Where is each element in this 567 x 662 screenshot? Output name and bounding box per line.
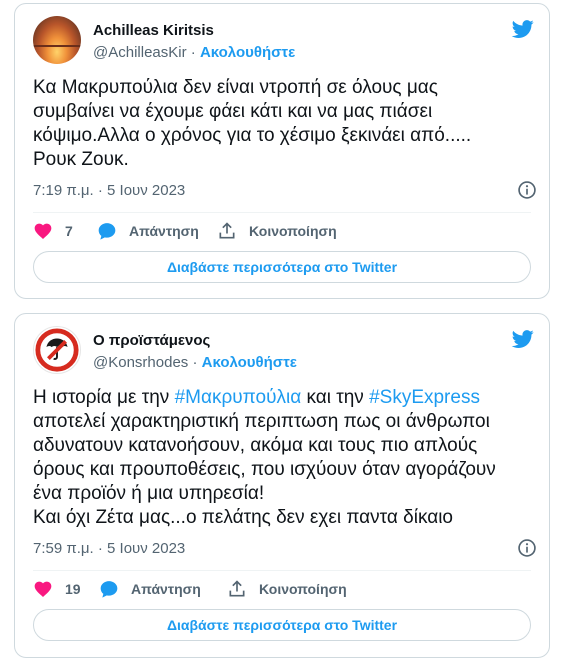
divider <box>33 570 531 571</box>
author-handle[interactable]: @AchilleasKir <box>93 44 187 61</box>
share-label: Κοινοποίηση <box>259 581 347 597</box>
tweet-text: Κα Μακρυπούλια δεν είναι ντροπή σε όλους… <box>33 76 531 172</box>
handle-row: @Konsrhodes · Ακολουθήστε <box>93 354 297 371</box>
handle-row: @AchilleasKir · Ακολουθήστε <box>93 44 295 61</box>
author-handle[interactable]: @Konsrhodes <box>93 354 188 371</box>
heart-icon <box>34 223 52 239</box>
info-icon[interactable] <box>517 538 537 558</box>
hashtag-link[interactable]: #Μακρυπούλια <box>175 387 302 408</box>
tweet-text-segment: αποτελεί χαρακτηριστική περιπτωση πως οι… <box>33 411 496 528</box>
reply-button[interactable]: Απάντηση <box>97 217 199 245</box>
like-button[interactable]: 7 <box>33 217 73 245</box>
sunset-avatar-icon[interactable] <box>33 16 81 64</box>
twitter-bird-icon[interactable] <box>511 18 535 40</box>
like-count: 19 <box>65 581 81 597</box>
share-button[interactable]: Κοινοποίηση <box>227 575 347 603</box>
reply-bubble-icon <box>98 223 116 240</box>
author-name[interactable]: Ο προϊστάμενος <box>93 332 210 349</box>
like-count: 7 <box>65 223 73 239</box>
divider <box>33 212 531 213</box>
like-button[interactable]: 19 <box>33 575 81 603</box>
author-name[interactable]: Achilleas Kiritsis <box>93 22 214 39</box>
heart-icon <box>34 581 52 597</box>
no-umbrella-sign-avatar-icon[interactable] <box>33 326 81 374</box>
reply-button[interactable]: Απάντηση <box>99 575 201 603</box>
reply-label: Απάντηση <box>131 581 201 597</box>
tweet-card: Ο προϊστάμενος @Konsrhodes · Ακολουθήστε… <box>14 313 550 658</box>
share-upload-icon <box>219 222 235 239</box>
follow-link[interactable]: Ακολουθήστε <box>200 44 295 61</box>
tweet-text: Η ιστορία με την #Μακρυπούλια και την #S… <box>33 386 531 530</box>
tweet-card: Achilleas Kiritsis @AchilleasKir · Ακολο… <box>14 3 550 299</box>
hashtag-link[interactable]: #SkyExpress <box>369 387 480 408</box>
tweet-text-segment: Η ιστορία με την <box>33 387 175 408</box>
action-bar: 19 Απάντηση Κοινοποίηση <box>33 575 531 603</box>
tweet-text-segment: Κα Μακρυπούλια δεν είναι ντροπή σε όλους… <box>33 77 472 170</box>
read-more-button[interactable]: Διαβάστε περισσότερα στο Twitter <box>33 251 531 283</box>
timestamp[interactable]: 7:59 π.μ. · 5 Ιουν 2023 <box>33 540 185 557</box>
tweet-text-segment: και την <box>301 387 370 408</box>
separator: · <box>190 44 196 61</box>
follow-link[interactable]: Ακολουθήστε <box>202 354 297 371</box>
reply-label: Απάντηση <box>129 223 199 239</box>
reply-bubble-icon <box>100 581 118 598</box>
share-upload-icon <box>229 580 245 597</box>
twitter-bird-icon[interactable] <box>511 328 535 350</box>
share-button[interactable]: Κοινοποίηση <box>217 217 337 245</box>
separator: · <box>192 354 198 371</box>
timestamp[interactable]: 7:19 π.μ. · 5 Ιουν 2023 <box>33 182 185 199</box>
info-icon[interactable] <box>517 180 537 200</box>
no-umbrella-sign-icon <box>35 328 79 372</box>
share-label: Κοινοποίηση <box>249 223 337 239</box>
read-more-button[interactable]: Διαβάστε περισσότερα στο Twitter <box>33 609 531 641</box>
action-bar: 7 Απάντηση Κοινοποίηση <box>33 217 531 245</box>
